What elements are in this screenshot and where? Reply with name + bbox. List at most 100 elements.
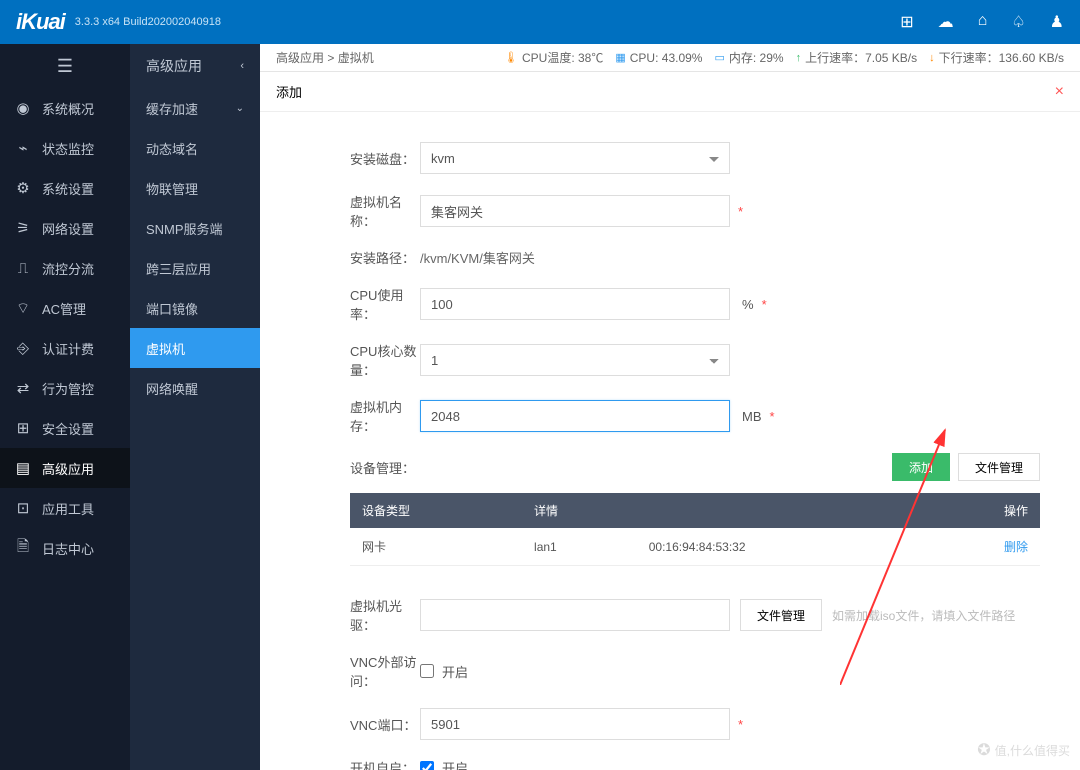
chevron-left-icon[interactable]: ‹ bbox=[240, 60, 244, 72]
home-icon[interactable]: ⌂ bbox=[978, 12, 988, 32]
nav2-item[interactable]: 缓存加速⌄ bbox=[130, 88, 260, 128]
nav-label: 行为管控 bbox=[42, 379, 94, 398]
col-blank bbox=[637, 493, 926, 528]
thermometer-icon: 🌡 bbox=[504, 51, 518, 64]
nav1-item[interactable]: ⌁ 状态监控 bbox=[0, 128, 130, 168]
nav-icon: ⎆ bbox=[14, 340, 32, 357]
nav2-item[interactable]: 动态域名 bbox=[130, 128, 260, 168]
nav2-item[interactable]: 跨三层应用 bbox=[130, 248, 260, 288]
nav-icon: ⚙ bbox=[14, 179, 32, 197]
vnc-ext-checkbox[interactable]: 开启 bbox=[420, 662, 468, 681]
nav-label: 认证计费 bbox=[42, 339, 94, 358]
required-mark: * bbox=[738, 204, 743, 219]
cdrom-input[interactable] bbox=[420, 599, 730, 631]
nav-icon: ⇄ bbox=[14, 379, 32, 397]
grid-icon[interactable]: ⊞ bbox=[900, 12, 913, 32]
nav-icon: ▤ bbox=[14, 459, 32, 477]
nav2-label: 网络唤醒 bbox=[146, 379, 198, 398]
nav-label: 系统设置 bbox=[42, 179, 94, 198]
name-label: 虚拟机名称： bbox=[300, 192, 420, 230]
col-detail: 详情 bbox=[522, 493, 637, 528]
nav2-item[interactable]: SNMP服务端 bbox=[130, 208, 260, 248]
vm-name-input[interactable] bbox=[420, 195, 730, 227]
nav2-label: 物联管理 bbox=[146, 179, 198, 198]
col-action: 操作 bbox=[925, 493, 1040, 528]
required-mark: * bbox=[762, 297, 767, 312]
cpu-temp: CPU温度: 38℃ bbox=[522, 49, 603, 66]
breadcrumb[interactable]: 高级应用 > 虚拟机 bbox=[276, 49, 374, 66]
nav-icon: ⌔ bbox=[14, 299, 32, 318]
nav-label: AC管理 bbox=[42, 299, 86, 318]
vnc-ext-label: VNC外部访问： bbox=[300, 652, 420, 690]
nav-icon: ◉ bbox=[14, 99, 32, 117]
cpu-icon: ▦ bbox=[615, 51, 625, 64]
disk-label: 安装磁盘： bbox=[300, 149, 420, 168]
cpu-usage-label: CPU使用率： bbox=[300, 285, 420, 323]
main-content: 高级应用 > 虚拟机 🌡CPU温度: 38℃ ▦CPU: 43.09% ▭内存:… bbox=[260, 44, 1080, 770]
file-manage-button[interactable]: 文件管理 bbox=[958, 453, 1040, 481]
nav2-item[interactable]: 虚拟机 bbox=[130, 328, 260, 368]
bell-icon[interactable]: ♤ bbox=[1011, 12, 1025, 32]
nav-icon: 🗎 bbox=[14, 536, 32, 561]
download-rate: 下行速率：136.60 KB/s bbox=[939, 49, 1064, 66]
nav2-label: 缓存加速 bbox=[146, 99, 198, 118]
nav-label: 系统概况 bbox=[42, 99, 94, 118]
cell-type: 网卡 bbox=[350, 528, 522, 566]
nav1-item[interactable]: ◉ 系统概况 bbox=[0, 88, 130, 128]
secondary-nav: 高级应用 ‹ 缓存加速⌄ 动态域名物联管理 SNMP服务端跨三层应用端口镜像虚拟机网… bbox=[130, 44, 260, 770]
download-icon: ↓ bbox=[929, 52, 935, 64]
nav1-item[interactable]: ▤ 高级应用 bbox=[0, 448, 130, 488]
vnc-port-input[interactable] bbox=[420, 708, 730, 740]
nav1-item[interactable]: ⊡应用工具 bbox=[0, 488, 130, 528]
nav-label: 日志中心 bbox=[42, 539, 94, 558]
nav2-item[interactable]: 物联管理 bbox=[130, 168, 260, 208]
primary-nav: ☰ ◉ 系统概况 ⌁ 状态监控 ⚙ 系统设置 ⚞网络设置⎍流控分流 ⌔ AC管理 ⎆ 认证计费 ⇄ 行为… bbox=[0, 44, 130, 770]
nav2-label: 动态域名 bbox=[146, 139, 198, 158]
cpu-usage: CPU: 43.09% bbox=[630, 51, 703, 65]
disk-select[interactable]: kvm bbox=[420, 142, 730, 174]
cpu-cores-label: CPU核心数量： bbox=[300, 341, 420, 379]
nav1-item[interactable]: ⇄ 行为管控 bbox=[0, 368, 130, 408]
secondary-nav-title: 高级应用 ‹ bbox=[130, 44, 260, 88]
nav1-item[interactable]: ⎍流控分流 bbox=[0, 248, 130, 288]
user-icon[interactable]: ♟ bbox=[1050, 12, 1064, 32]
nav-icon: ⊡ bbox=[14, 499, 32, 517]
nav1-item[interactable]: ⚞网络设置 bbox=[0, 208, 130, 248]
required-mark: * bbox=[770, 409, 775, 424]
nav2-item[interactable]: 网络唤醒 bbox=[130, 368, 260, 408]
memory-usage: 内存: 29% bbox=[729, 49, 784, 66]
nav1-item[interactable]: ⊞安全设置 bbox=[0, 408, 130, 448]
cloud-icon[interactable]: ☁ bbox=[938, 12, 954, 32]
top-bar: iKuai 3.3.3 x64 Build202002040918 ⊞ ☁ ⌂ … bbox=[0, 0, 1080, 44]
cell-mac: 00:16:94:84:53:32 bbox=[637, 528, 926, 566]
nav-icon: ⊞ bbox=[14, 419, 32, 437]
memory-label: 虚拟机内存： bbox=[300, 397, 420, 435]
cpu-usage-input[interactable] bbox=[420, 288, 730, 320]
memory-unit: MB bbox=[742, 409, 762, 424]
nav1-item[interactable]: ⚙ 系统设置 bbox=[0, 168, 130, 208]
topbar-icons: ⊞ ☁ ⌂ ♤ ♟ bbox=[900, 12, 1064, 32]
memory-input[interactable] bbox=[420, 400, 730, 432]
delete-link[interactable]: 删除 bbox=[1004, 540, 1028, 554]
nav2-label: 虚拟机 bbox=[146, 339, 185, 358]
autostart-label: 开机自启： bbox=[300, 758, 420, 770]
nav1-item[interactable]: ⎆ 认证计费 bbox=[0, 328, 130, 368]
nav-label: 状态监控 bbox=[42, 139, 94, 158]
nav-collapse-icon[interactable]: ☰ bbox=[0, 44, 130, 88]
autostart-checkbox[interactable]: 开启 bbox=[420, 758, 468, 770]
cdrom-hint: 如需加载iso文件，请填入文件路径 bbox=[832, 607, 1015, 624]
nav2-label: 端口镜像 bbox=[146, 299, 198, 318]
nav1-item[interactable]: ⌔ AC管理 bbox=[0, 288, 130, 328]
close-icon[interactable]: × bbox=[1055, 83, 1064, 101]
required-mark: * bbox=[738, 717, 743, 732]
watermark: ✪值,什么值得买 bbox=[977, 740, 1070, 760]
nav-label: 高级应用 bbox=[42, 459, 94, 478]
nav-icon: ⌁ bbox=[14, 139, 32, 157]
device-table: 设备类型 详情 操作 网卡 lan1 00:16:94:84:53:32 删除 bbox=[350, 493, 1040, 566]
cpu-cores-select[interactable]: 1 bbox=[420, 344, 730, 376]
cdrom-file-button[interactable]: 文件管理 bbox=[740, 599, 822, 631]
nav1-item[interactable]: 🗎 日志中心 bbox=[0, 528, 130, 568]
nav2-item[interactable]: 端口镜像 bbox=[130, 288, 260, 328]
add-device-button[interactable]: 添加 bbox=[892, 453, 950, 481]
device-label: 设备管理： bbox=[350, 458, 415, 477]
